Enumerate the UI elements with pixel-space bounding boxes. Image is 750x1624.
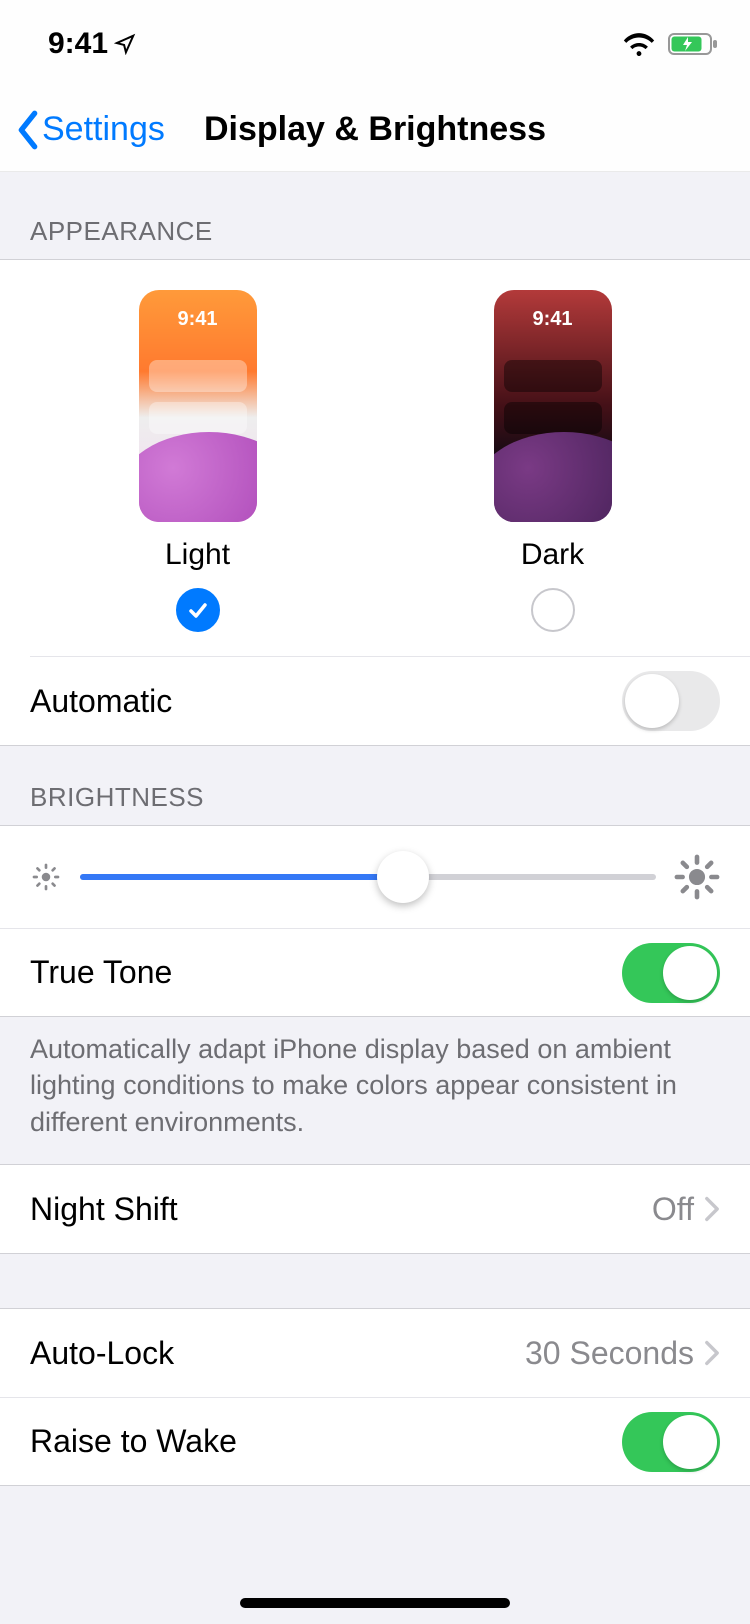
light-radio[interactable]	[176, 588, 220, 632]
raise-to-wake-row: Raise to Wake	[0, 1397, 750, 1485]
checkmark-icon	[186, 598, 210, 622]
auto-lock-row[interactable]: Auto-Lock 30 Seconds	[0, 1309, 750, 1397]
sun-max-icon	[674, 854, 720, 900]
auto-lock-value: 30 Seconds	[525, 1335, 694, 1372]
status-time: 9:41	[48, 27, 136, 61]
true-tone-row: True Tone	[0, 928, 750, 1016]
back-label: Settings	[42, 110, 165, 149]
dark-radio[interactable]	[531, 588, 575, 632]
chevron-left-icon	[14, 110, 42, 150]
brightness-slider-row	[0, 826, 750, 928]
raise-to-wake-label: Raise to Wake	[30, 1423, 237, 1460]
brightness-slider[interactable]	[80, 874, 656, 880]
preview-time: 9:41	[494, 290, 612, 331]
true-tone-label: True Tone	[30, 954, 172, 991]
lock-group: Auto-Lock 30 Seconds Raise to Wake	[0, 1308, 750, 1486]
back-button[interactable]: Settings	[14, 110, 165, 150]
raise-to-wake-toggle[interactable]	[622, 1412, 720, 1472]
light-label: Light	[165, 538, 230, 572]
appearance-group: 9:41 Light 9:41 Dark Auto	[0, 259, 750, 746]
dark-label: Dark	[521, 538, 584, 572]
appearance-option-dark[interactable]: 9:41 Dark	[494, 290, 612, 632]
night-shift-group: Night Shift Off	[0, 1164, 750, 1254]
true-tone-toggle[interactable]	[622, 943, 720, 1003]
status-time-text: 9:41	[48, 27, 108, 61]
chevron-right-icon	[704, 1340, 720, 1366]
brightness-slider-thumb[interactable]	[377, 851, 429, 903]
status-bar: 9:41	[0, 0, 750, 88]
automatic-label: Automatic	[30, 683, 172, 720]
night-shift-value: Off	[652, 1191, 694, 1228]
location-icon	[114, 33, 136, 55]
preview-time: 9:41	[139, 290, 257, 331]
true-tone-footer: Automatically adapt iPhone display based…	[0, 1017, 750, 1164]
dark-preview: 9:41	[494, 290, 612, 522]
night-shift-row[interactable]: Night Shift Off	[0, 1165, 750, 1253]
chevron-right-icon	[704, 1196, 720, 1222]
automatic-toggle[interactable]	[622, 671, 720, 731]
appearance-option-light[interactable]: 9:41 Light	[139, 290, 257, 632]
page-title: Display & Brightness	[204, 110, 546, 149]
brightness-header: BRIGHTNESS	[0, 746, 750, 825]
sun-min-icon	[30, 861, 62, 893]
battery-icon	[668, 31, 720, 57]
automatic-row: Automatic	[0, 657, 750, 745]
appearance-header: APPEARANCE	[0, 172, 750, 259]
wifi-icon	[622, 31, 656, 57]
nav-bar: Settings Display & Brightness	[0, 88, 750, 172]
auto-lock-label: Auto-Lock	[30, 1335, 174, 1372]
brightness-group: True Tone	[0, 825, 750, 1017]
light-preview: 9:41	[139, 290, 257, 522]
night-shift-label: Night Shift	[30, 1191, 178, 1228]
home-indicator	[240, 1598, 510, 1608]
